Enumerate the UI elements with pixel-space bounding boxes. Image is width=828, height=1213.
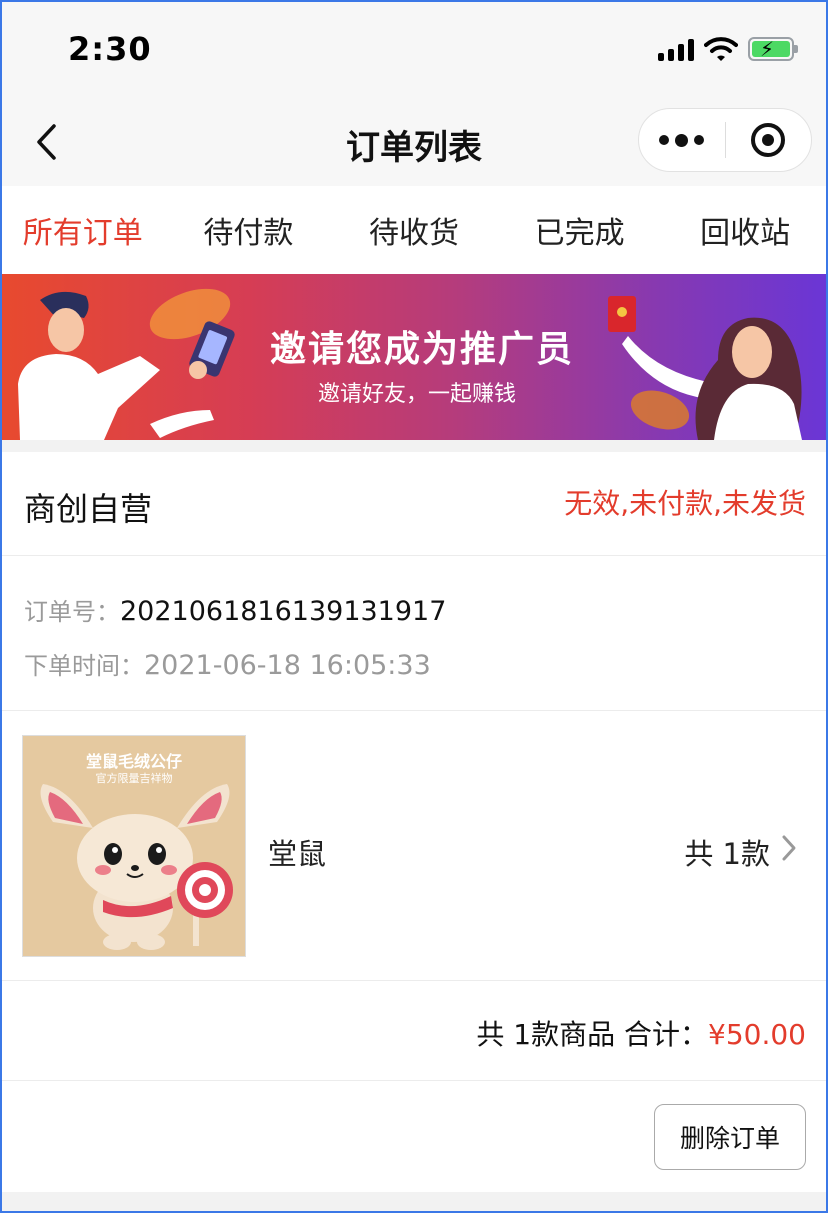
promoter-banner[interactable]: 邀请您成为推广员 邀请好友，一起赚钱: [0, 274, 828, 440]
target-icon: [751, 123, 786, 157]
order-time-line: 下单时间：2021-06-18 16:05:33: [24, 646, 431, 681]
status-bar: 2:30 ⚡: [0, 0, 828, 100]
order-card: 商创自营 无效,未付款,未发货 订单号：2021061816139131917 …: [0, 452, 828, 1192]
tab-pending-receipt[interactable]: 待收货: [331, 208, 497, 252]
wifi-icon: [704, 37, 738, 61]
product-item[interactable]: 堂鼠毛绒公仔 官方限量吉祥物 堂鼠 共 1款: [0, 711, 828, 981]
close-miniprogram-button[interactable]: [726, 109, 812, 171]
order-number-line: 订单号：2021061816139131917: [24, 592, 446, 627]
order-actions: 删除订单: [0, 1081, 828, 1192]
more-dots-icon: [659, 135, 670, 145]
tab-all-orders[interactable]: 所有订单: [0, 208, 166, 252]
more-button[interactable]: [639, 109, 725, 171]
order-total: 共 1款商品 合计：¥50.00: [0, 981, 828, 1081]
shop-header: 商创自营 无效,未付款,未发货: [0, 452, 828, 556]
woman-with-red-envelope-illustration: [608, 296, 802, 440]
product-image-title: 堂鼠毛绒公仔: [85, 752, 182, 771]
order-number-label: 订单号：: [24, 598, 120, 626]
product-image[interactable]: 堂鼠毛绒公仔 官方限量吉祥物: [22, 735, 246, 957]
chevron-right-icon[interactable]: [778, 833, 800, 863]
nav-bar: 订单列表: [0, 100, 828, 186]
order-time-label: 下单时间：: [24, 652, 144, 680]
shop-name[interactable]: 商创自营: [24, 484, 152, 530]
signal-icon: [658, 37, 694, 61]
product-count: 共 1款: [684, 837, 770, 871]
tab-completed[interactable]: 已完成: [497, 208, 663, 252]
status-icons: ⚡: [658, 36, 798, 62]
order-info: 订单号：2021061816139131917 下单时间：2021-06-18 …: [0, 556, 828, 711]
tab-recycle-bin[interactable]: 回收站: [662, 208, 828, 252]
status-time: 2:30: [68, 30, 152, 68]
battery-icon: ⚡: [748, 37, 798, 61]
product-name: 堂鼠: [268, 837, 327, 871]
order-time-value: 2021-06-18 16:05:33: [144, 650, 431, 681]
order-tabs: 所有订单 待付款 待收货 已完成 回收站: [0, 186, 828, 274]
total-price: ¥50.00: [708, 1018, 806, 1051]
order-status: 无效,未付款,未发货: [564, 487, 806, 520]
order-number-value: 2021061816139131917: [120, 596, 447, 627]
delete-order-button[interactable]: 删除订单: [654, 1104, 806, 1170]
product-image-subtitle: 官方限量吉祥物: [95, 772, 173, 785]
total-summary: 共 1款商品 合计：: [476, 1018, 709, 1051]
order-total-text: 共 1款商品 合计：¥50.00: [476, 1013, 806, 1053]
tab-pending-payment[interactable]: 待付款: [166, 208, 332, 252]
mini-program-capsule: [638, 108, 812, 172]
